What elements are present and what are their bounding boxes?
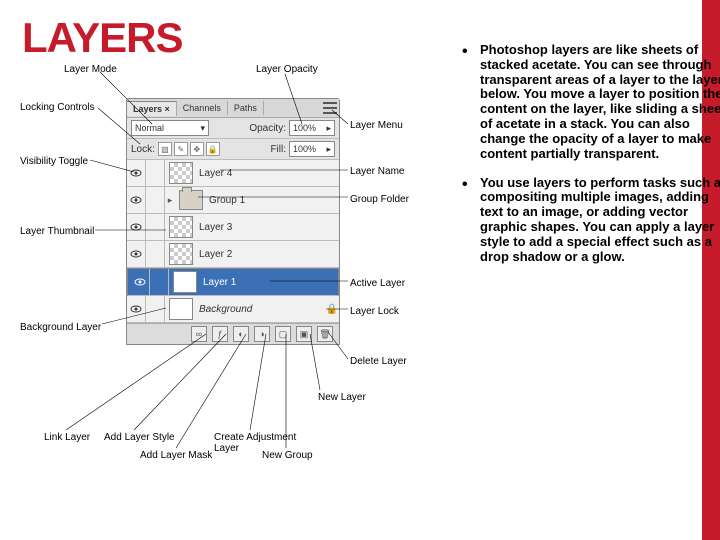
layers-panel: Layers × Channels Paths Normal▾ Opacity:… xyxy=(126,98,340,345)
layer-name: Group 1 xyxy=(207,195,339,206)
layer-thumbnail xyxy=(169,216,193,238)
layer-row-active[interactable]: Layer 1 xyxy=(127,268,339,296)
layer-thumbnail xyxy=(169,243,193,265)
layer-row-group[interactable]: ▸ Group 1 xyxy=(127,187,339,214)
lock-image-icon[interactable]: ✎ xyxy=(174,142,188,156)
layer-name: Background xyxy=(197,304,325,315)
visibility-toggle-icon[interactable] xyxy=(127,296,146,322)
layer-row[interactable]: Layer 2 xyxy=(127,241,339,268)
layer-name: Layer 1 xyxy=(201,277,335,288)
callout-delete-layer: Delete Layer xyxy=(350,356,407,367)
layer-name: Layer 2 xyxy=(197,249,339,260)
callout-add-layer-mask: Add Layer Mask xyxy=(140,450,212,461)
layers-panel-footer: ∞ ƒ ◐ ◑ ▢ ▣ 🗑 xyxy=(127,323,339,344)
callout-layer-opacity: Layer Opacity xyxy=(256,64,318,75)
bullet-list: Photoshop layers are like sheets of stac… xyxy=(422,43,720,278)
link-layer-icon[interactable]: ∞ xyxy=(191,326,207,342)
new-group-icon[interactable]: ▢ xyxy=(275,326,291,342)
link-cell xyxy=(146,296,165,322)
link-cell xyxy=(150,269,169,295)
chevron-right-icon[interactable]: ▸ xyxy=(165,195,175,206)
layer-thumbnail xyxy=(169,298,193,320)
mode-row: Normal▾ Opacity: 100%▸ xyxy=(127,118,339,139)
lock-icons: ▧ ✎ ✥ 🔒 xyxy=(158,142,220,156)
callout-layer-thumbnail: Layer Thumbnail xyxy=(20,226,94,237)
fill-label: Fill: xyxy=(270,144,286,155)
layer-name: Layer 4 xyxy=(197,168,339,179)
link-cell xyxy=(146,187,165,213)
visibility-toggle-icon[interactable] xyxy=(127,241,146,267)
lock-row: Lock: ▧ ✎ ✥ 🔒 Fill: 100%▸ xyxy=(127,139,339,160)
callout-layer-mode: Layer Mode xyxy=(64,64,117,75)
link-cell xyxy=(146,160,165,186)
callout-layer-lock: Layer Lock xyxy=(350,306,399,317)
callout-new-layer: New Layer xyxy=(318,392,366,403)
blend-mode-select[interactable]: Normal▾ xyxy=(131,120,209,136)
link-cell xyxy=(146,241,165,267)
panel-menu-icon[interactable] xyxy=(323,102,337,114)
callout-new-group: New Group xyxy=(262,450,313,461)
callout-group-folder: Group Folder xyxy=(350,194,409,205)
layer-name: Layer 3 xyxy=(197,222,339,233)
tab-layers[interactable]: Layers × xyxy=(127,101,177,116)
callout-layer-menu: Layer Menu xyxy=(350,120,403,131)
callout-layer-name: Layer Name xyxy=(350,166,404,177)
page-title: LAYERS xyxy=(22,14,183,62)
lock-label: Lock: xyxy=(131,144,155,155)
callout-add-layer-style: Add Layer Style xyxy=(104,432,175,443)
lock-position-icon[interactable]: ✥ xyxy=(190,142,204,156)
delete-layer-icon[interactable]: 🗑 xyxy=(317,326,333,342)
opacity-field[interactable]: 100%▸ xyxy=(289,120,335,136)
layers-diagram: Layer Mode Locking Controls Visibility T… xyxy=(20,62,410,492)
visibility-toggle-icon[interactable] xyxy=(127,187,146,213)
callout-locking-controls: Locking Controls xyxy=(20,102,94,113)
fill-field[interactable]: 100%▸ xyxy=(289,141,335,157)
tab-paths[interactable]: Paths xyxy=(228,101,264,115)
panel-tabs: Layers × Channels Paths xyxy=(127,99,339,118)
callout-background-layer: Background Layer xyxy=(20,322,101,333)
lock-all-icon[interactable]: 🔒 xyxy=(206,142,220,156)
lock-transparent-icon[interactable]: ▧ xyxy=(158,142,172,156)
tab-channels[interactable]: Channels xyxy=(177,101,228,115)
layer-row[interactable]: Layer 3 xyxy=(127,214,339,241)
layer-thumbnail xyxy=(169,162,193,184)
layer-thumbnail xyxy=(173,271,197,293)
add-layer-mask-icon[interactable]: ◐ xyxy=(233,326,249,342)
create-adjustment-layer-icon[interactable]: ◑ xyxy=(254,326,270,342)
callout-active-layer: Active Layer xyxy=(350,278,405,289)
layer-list: Layer 4 ▸ Group 1 Layer 3 Layer 2 xyxy=(127,160,339,323)
new-layer-icon[interactable]: ▣ xyxy=(296,326,312,342)
lock-icon: 🔒 xyxy=(325,304,339,315)
callout-link-layer: Link Layer xyxy=(44,432,90,443)
link-cell xyxy=(146,214,165,240)
layer-row[interactable]: Layer 4 xyxy=(127,160,339,187)
visibility-toggle-icon[interactable] xyxy=(127,214,146,240)
bullet-item: You use layers to perform tasks such as … xyxy=(462,176,720,265)
add-layer-style-icon[interactable]: ƒ xyxy=(212,326,228,342)
callout-visibility-toggle: Visibility Toggle xyxy=(20,156,88,167)
layer-row-background[interactable]: Background 🔒 xyxy=(127,296,339,323)
visibility-toggle-icon[interactable] xyxy=(127,160,146,186)
folder-icon xyxy=(179,190,203,210)
visibility-toggle-icon[interactable] xyxy=(131,269,150,295)
bullet-item: Photoshop layers are like sheets of stac… xyxy=(462,43,720,162)
opacity-label: Opacity: xyxy=(249,123,286,134)
